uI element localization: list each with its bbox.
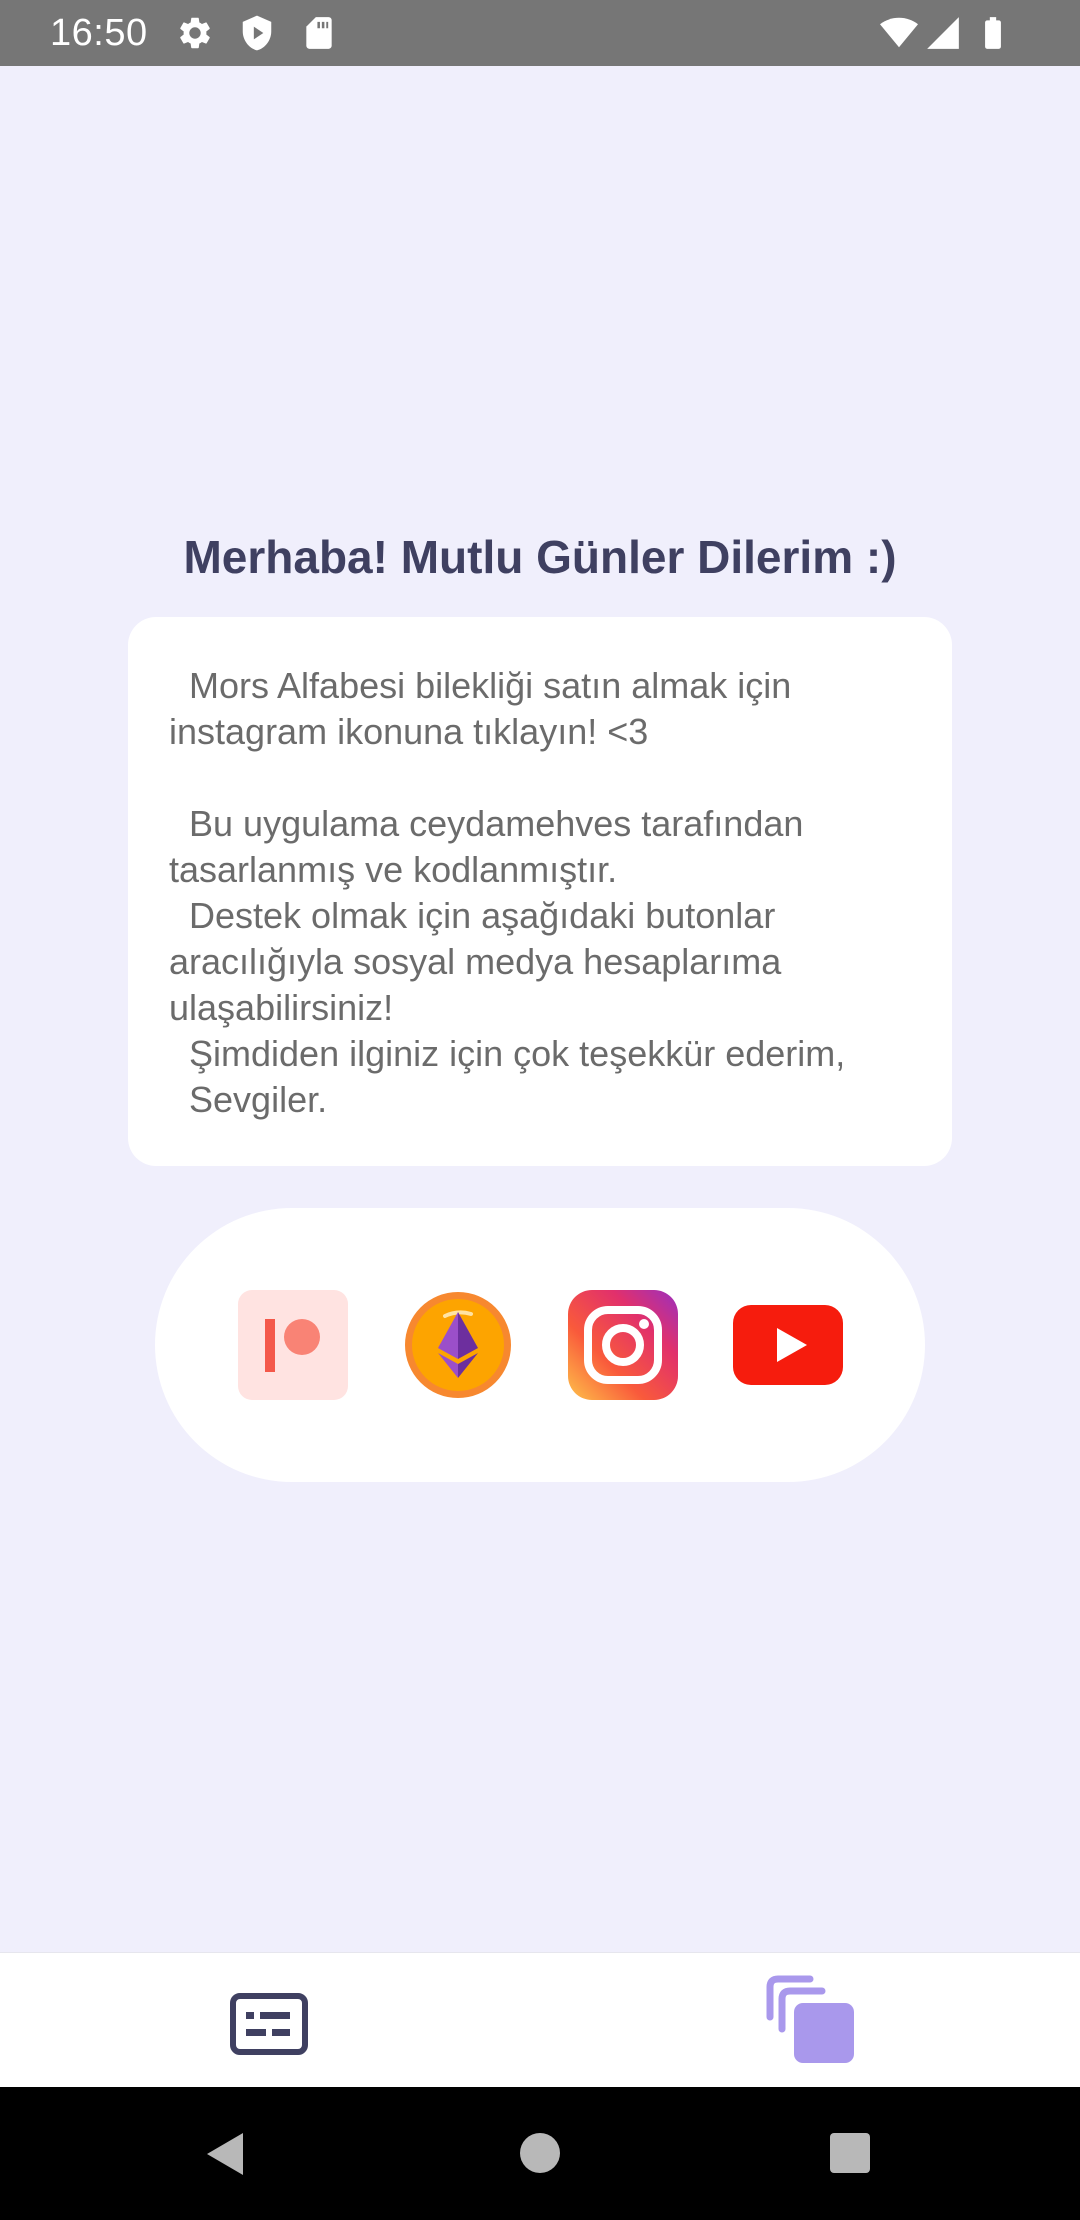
copy-stack-icon — [766, 1975, 854, 2063]
back-triangle-icon — [207, 2133, 243, 2175]
ethereum-button[interactable] — [403, 1290, 513, 1400]
social-links-panel — [155, 1208, 925, 1482]
settings-icon — [176, 14, 214, 52]
recents-square-icon — [830, 2133, 870, 2173]
patreon-icon — [238, 1290, 348, 1400]
ethereum-icon — [405, 1292, 511, 1398]
info-card: Mors Alfabesi bilekliği satın almak için… — [128, 617, 952, 1166]
signal-icon — [924, 14, 962, 52]
battery-icon — [974, 14, 1012, 52]
greeting-title: Merhaba! Mutlu Günler Dilerim :) — [183, 531, 897, 583]
home-button[interactable] — [519, 2132, 561, 2179]
status-bar: 16:50 — [0, 0, 1080, 66]
youtube-icon — [733, 1305, 843, 1385]
wifi-icon — [880, 14, 918, 52]
back-button[interactable] — [203, 2131, 247, 2182]
info-text: Mors Alfabesi bilekliği satın almak için… — [169, 665, 846, 1120]
list-card-icon — [230, 1993, 308, 2055]
home-circle-icon — [520, 2133, 560, 2173]
status-time: 16:50 — [50, 12, 148, 54]
system-navigation-bar — [0, 2087, 1080, 2220]
bottom-navigation — [0, 1952, 1080, 2087]
shield-icon — [238, 14, 276, 52]
instagram-icon — [568, 1290, 678, 1400]
youtube-button[interactable] — [733, 1290, 843, 1400]
patreon-button[interactable] — [238, 1290, 348, 1400]
nav-list-card-button[interactable] — [230, 1993, 308, 2060]
instagram-button[interactable] — [568, 1290, 678, 1400]
nav-copy-button[interactable] — [762, 1973, 858, 2074]
sd-card-icon — [300, 14, 338, 52]
recents-button[interactable] — [829, 2133, 871, 2178]
